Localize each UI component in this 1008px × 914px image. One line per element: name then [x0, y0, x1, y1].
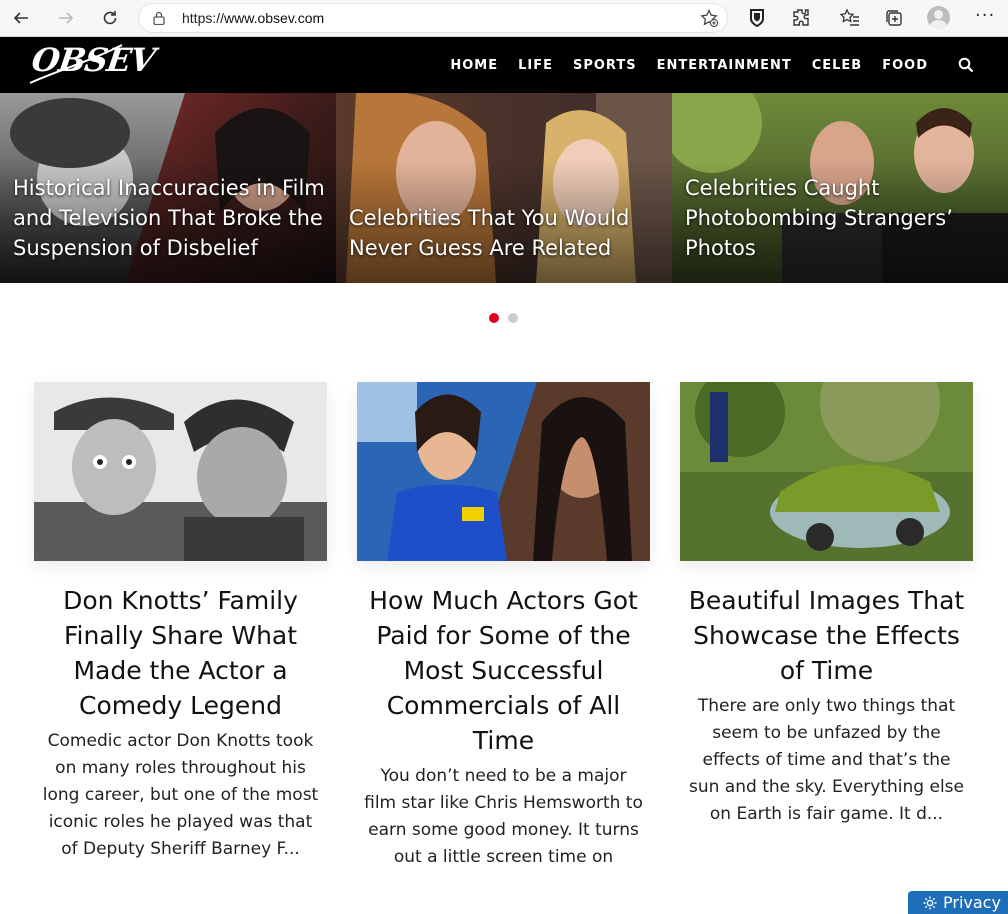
forward-arrow-icon[interactable]	[53, 5, 79, 31]
url-host: www.obsev.com	[224, 10, 325, 26]
article-card[interactable]: Beautiful Images That Showcase the Effec…	[680, 382, 973, 828]
article-card-excerpt: You don’t need to be a major film star l…	[364, 766, 643, 867]
hero-slide-title[interactable]: Celebrities That You Would Never Guess A…	[349, 203, 662, 263]
main-nav: HOME LIFE SPORTS ENTERTAINMENT CELEB FOO…	[450, 37, 928, 93]
article-card[interactable]: Don Knotts’ Family Finally Share What Ma…	[34, 382, 327, 863]
more-menu-icon[interactable]: ···	[975, 5, 995, 26]
article-card-excerpt: Comedic actor Don Knotts took on many ro…	[42, 731, 319, 859]
slider-dot-2[interactable]	[508, 313, 518, 323]
slider-pagination	[489, 313, 518, 323]
back-arrow-icon[interactable]	[8, 5, 34, 31]
article-card[interactable]: How Much Actors Got Paid for Some of the…	[357, 382, 650, 871]
site-header: OBSEV HOME LIFE SPORTS ENTERTAINMENT CEL…	[0, 37, 1008, 93]
article-card-image[interactable]	[357, 382, 650, 561]
lock-icon	[153, 11, 165, 25]
add-favorite-icon[interactable]	[699, 8, 719, 28]
extensions-icon[interactable]	[789, 6, 813, 30]
article-card-title[interactable]: Beautiful Images That Showcase the Effec…	[680, 583, 973, 688]
address-bar[interactable]: https://www.obsev.com	[138, 3, 728, 33]
hero-slide-title[interactable]: Historical Inaccuracies in Film and Tele…	[13, 173, 326, 263]
favorites-icon[interactable]	[838, 6, 862, 30]
site-logo[interactable]: OBSEV	[29, 41, 157, 79]
privacy-button[interactable]: Privacy	[908, 891, 1008, 914]
article-card-excerpt: There are only two things that seem to b…	[689, 696, 964, 824]
hero-slide[interactable]: Celebrities Caught Photobombing Stranger…	[672, 93, 1008, 283]
article-card-title[interactable]: Don Knotts’ Family Finally Share What Ma…	[34, 583, 327, 723]
article-thumbnail	[34, 382, 327, 561]
shield-icon[interactable]	[745, 6, 769, 30]
bottom-fade	[0, 876, 1008, 914]
gear-icon	[923, 896, 937, 909]
article-thumbnail	[680, 382, 973, 561]
hero-slide[interactable]: Celebrities That You Would Never Guess A…	[336, 93, 672, 283]
hero-slide[interactable]: Historical Inaccuracies in Film and Tele…	[0, 93, 336, 283]
nav-home[interactable]: HOME	[450, 58, 498, 73]
hero-slide-title[interactable]: Celebrities Caught Photobombing Stranger…	[685, 173, 998, 263]
nav-sports[interactable]: SPORTS	[573, 58, 637, 73]
nav-life[interactable]: LIFE	[518, 58, 553, 73]
url-text: https://www.obsev.com	[182, 10, 324, 26]
search-icon[interactable]	[958, 57, 974, 73]
article-card-image[interactable]	[680, 382, 973, 561]
privacy-label: Privacy	[943, 893, 1001, 912]
nav-entertainment[interactable]: ENTERTAINMENT	[657, 58, 792, 73]
article-card-image[interactable]	[34, 382, 327, 561]
browser-toolbar: https://www.obsev.com ···	[0, 0, 1008, 37]
profile-avatar[interactable]	[927, 6, 950, 29]
article-thumbnail	[357, 382, 650, 561]
collections-icon[interactable]	[882, 6, 906, 30]
article-card-title[interactable]: How Much Actors Got Paid for Some of the…	[357, 583, 650, 758]
reload-icon[interactable]	[97, 5, 123, 31]
slider-dot-1[interactable]	[489, 313, 499, 323]
hero-slider: Historical Inaccuracies in Film and Tele…	[0, 93, 1008, 283]
url-scheme: https://	[182, 10, 225, 26]
nav-celeb[interactable]: CELEB	[812, 58, 863, 73]
nav-food[interactable]: FOOD	[882, 58, 928, 73]
